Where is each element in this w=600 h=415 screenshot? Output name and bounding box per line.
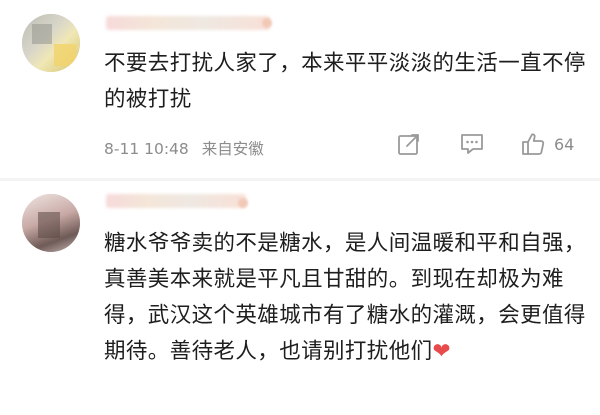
user-badge-icon (262, 18, 272, 28)
comment-item: 不要去打扰人家了，本来平平淡淡的生活一直不停的被打扰 8-11 10:48 来自… (0, 0, 600, 180)
like-button[interactable]: 64 (520, 131, 574, 157)
heart-emoji: ❤ (432, 339, 451, 364)
reply-button[interactable] (458, 131, 486, 157)
thumbs-up-icon (522, 133, 545, 155)
username-blurred[interactable] (106, 16, 270, 30)
share-icon (398, 134, 419, 155)
comment-text: 糖水爷爷卖的不是糖水，是人间温暖和平和自强，真善美本来就是平凡且甘甜的。到现在却… (104, 231, 586, 364)
share-button[interactable] (396, 131, 422, 157)
comment-meta: 8-11 10:48 来自安徽 (104, 137, 264, 159)
comment-time: 8-11 10:48 (104, 140, 189, 158)
comment-text: 不要去打扰人家了，本来平平淡淡的生活一直不停的被打扰 (104, 51, 586, 112)
comment-icon (461, 134, 483, 154)
comment-location: 来自安徽 (201, 140, 264, 158)
like-count: 64 (554, 134, 575, 154)
avatar[interactable] (22, 194, 80, 252)
username-blurred[interactable] (106, 194, 246, 208)
avatar[interactable] (22, 14, 80, 72)
comment-item: 糖水爷爷卖的不是糖水，是人间温暖和平和自强，真善美本来就是平凡且甘甜的。到现在却… (0, 180, 600, 415)
user-badge-icon (238, 198, 248, 208)
